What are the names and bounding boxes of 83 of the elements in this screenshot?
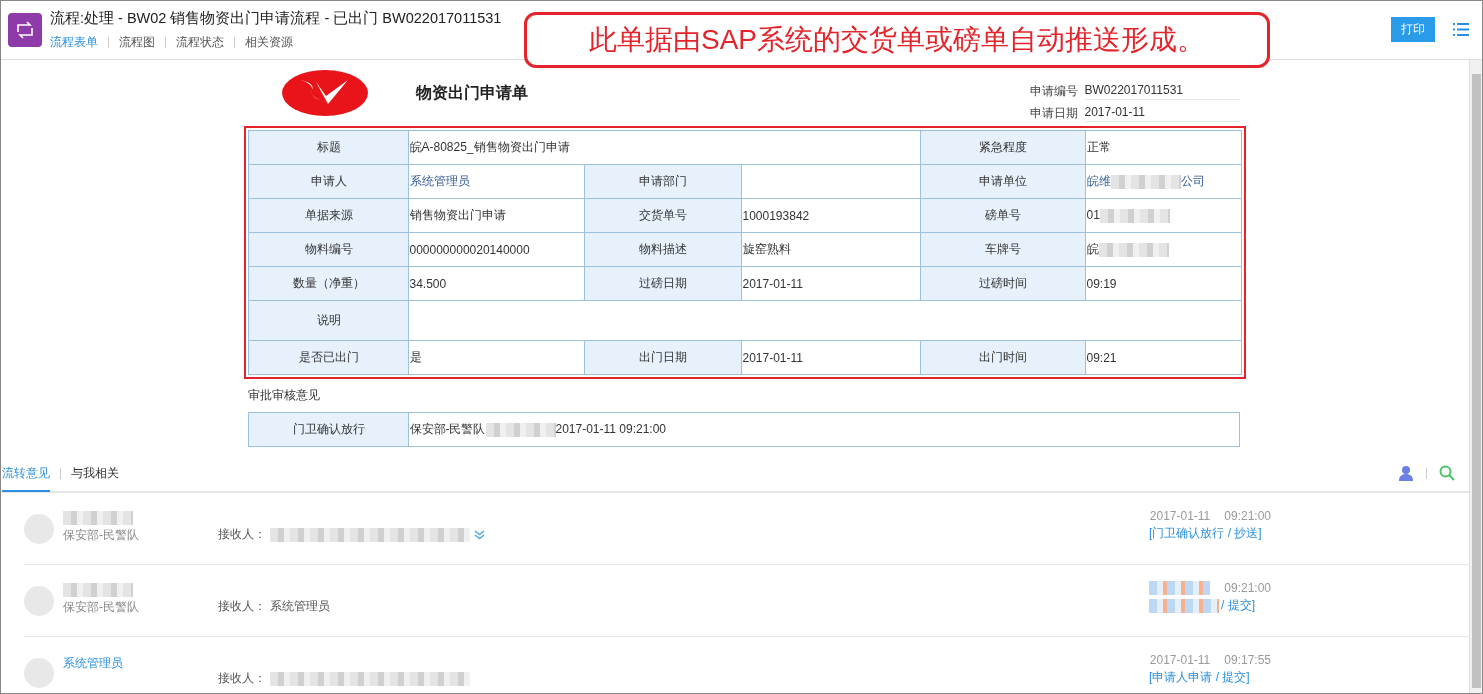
- field-value: BW022017011531: [1084, 83, 1240, 100]
- table-cell: 物料编号: [248, 232, 408, 267]
- value-text: 销售物资出门申请: [409, 208, 506, 222]
- value-text: 系统管理员: [409, 174, 470, 188]
- redaction-mark: [1099, 208, 1170, 223]
- value-text: 2017-01-11 09:21:00: [555, 422, 667, 436]
- value-text: 是: [409, 350, 422, 364]
- tab[interactable]: 相关资源: [245, 33, 293, 51]
- value-text: 皖维: [1086, 174, 1111, 188]
- time-text: 09:21:00: [1224, 581, 1271, 595]
- print-button[interactable]: 打印: [1391, 17, 1435, 42]
- tab[interactable]: 流程表单: [50, 33, 98, 51]
- department-text: 保安部-民警队: [63, 526, 140, 544]
- search-icon[interactable]: [1439, 465, 1455, 481]
- receiver-label: 接收人：: [218, 670, 266, 687]
- redaction-mark: [1149, 581, 1211, 595]
- tab[interactable]: 与我相关: [71, 455, 119, 491]
- receiver-label: 接收人：: [218, 598, 266, 615]
- table-cell: 车牌号: [920, 232, 1085, 267]
- table-cell: 交货单号: [584, 198, 741, 233]
- redaction-mark: [1098, 242, 1169, 257]
- table-cell: 出门日期: [584, 340, 741, 375]
- table-cell: 单据来源: [248, 198, 408, 233]
- logo-icon: [281, 70, 368, 116]
- table-cell: 说明: [248, 300, 408, 341]
- table-cell: 磅单号: [920, 198, 1085, 233]
- table-cell: 物料描述: [584, 232, 741, 267]
- tab[interactable]: 流转意见: [2, 456, 50, 492]
- table-cell: 申请人: [248, 164, 408, 199]
- redaction-mark: [63, 510, 133, 525]
- field-label: 申请日期: [1029, 105, 1079, 122]
- value-text: 2017-01-11: [742, 350, 803, 365]
- field-value: 2017-01-11: [1084, 105, 1240, 122]
- value-text: 2017-01-11: [742, 276, 803, 291]
- time-text: 09:17:55: [1224, 653, 1271, 667]
- value-text: 34.500: [409, 276, 447, 291]
- table-cell: 是否已出门: [248, 340, 408, 375]
- table-cell: 申请单位: [920, 164, 1085, 199]
- tab[interactable]: 流程状态: [176, 33, 224, 51]
- table-cell: 紧急程度: [920, 130, 1085, 165]
- value-text: 09:21: [1086, 350, 1117, 365]
- table-cell: 门卫确认放行: [248, 412, 408, 447]
- value-text: 皖: [1086, 242, 1099, 256]
- table-cell: 申请部门: [584, 164, 741, 199]
- date-text: 2017-01-11: [1149, 653, 1211, 667]
- step-link[interactable]: / 提交]: [1221, 597, 1255, 614]
- value-text: 皖A-80825_销售物资出门申请: [409, 140, 570, 154]
- time-text: 09:21:00: [1224, 509, 1271, 523]
- value-text: 保安部-民警队: [409, 422, 486, 436]
- redaction-mark: [1110, 174, 1181, 189]
- value-text: 1000193842: [742, 208, 810, 223]
- table-cell: 数量（净重）: [248, 266, 408, 301]
- table-cell: 出门时间: [920, 340, 1085, 375]
- section-heading: 审批审核意见: [247, 387, 321, 404]
- value-text: 09:19: [1086, 276, 1117, 291]
- value-text: 旋窑熟料: [742, 242, 791, 256]
- department-text: 保安部-民警队: [63, 598, 140, 616]
- window-title: 流程:处理 - BW02 销售物资出门申请流程 - 已出门 BW022017011531: [50, 8, 503, 28]
- tab[interactable]: 流程图: [119, 33, 155, 51]
- value-text: 000000000020140000: [409, 242, 530, 257]
- step-link[interactable]: [申请人申请 / 提交]: [1149, 669, 1250, 686]
- scrollbar[interactable]: [1469, 60, 1483, 694]
- value-text: 公司: [1180, 174, 1205, 188]
- person-icon[interactable]: [1398, 465, 1414, 481]
- redaction-mark: [485, 422, 556, 437]
- redaction-mark: [63, 582, 133, 597]
- date-text: 2017-01-11: [1149, 509, 1211, 523]
- value-text: 01: [1086, 208, 1100, 223]
- value-text: 系统管理员: [63, 654, 124, 672]
- expand-icon[interactable]: [474, 529, 485, 540]
- step-link[interactable]: [门卫确认放行 / 抄送]: [1149, 525, 1262, 542]
- form-title: 物资出门申请单: [415, 82, 529, 103]
- list-icon[interactable]: [1453, 23, 1469, 36]
- receiver-text: 系统管理员: [270, 598, 330, 615]
- table-cell: 过磅时间: [920, 266, 1085, 301]
- field-label: 申请编号: [1029, 83, 1079, 100]
- table-cell: 标题: [248, 130, 408, 165]
- redaction-mark: [1149, 598, 1219, 613]
- receiver-label: 接收人：: [218, 526, 266, 543]
- value-text: 正常: [1086, 140, 1111, 154]
- app-icon: [8, 12, 42, 47]
- table-cell: 过磅日期: [584, 266, 741, 301]
- callout-note: 此单据由SAP系统的交货单或磅单自动推送形成。: [524, 12, 1270, 68]
